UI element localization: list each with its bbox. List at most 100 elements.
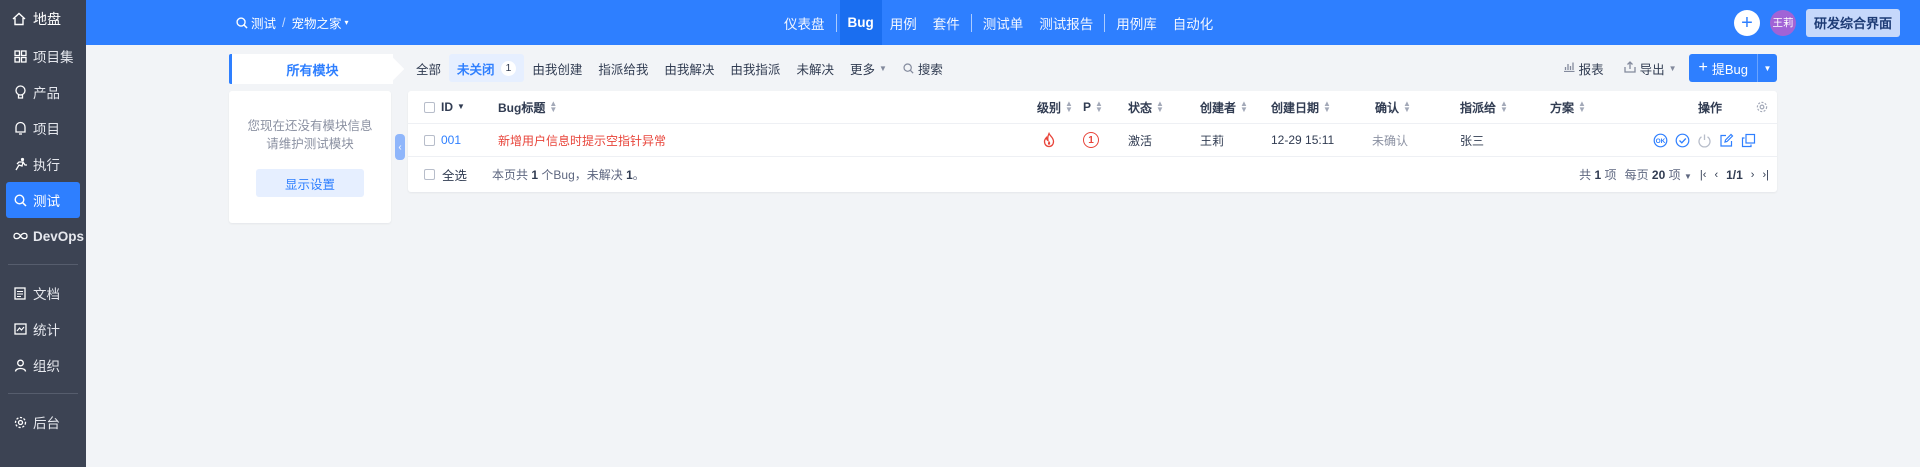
empty-module-message: 您现在还没有模块信息 请维护测试模块	[229, 117, 391, 153]
table-row[interactable]: 001 新增用户信息时提示空指针异常 1 激活 王莉 12-29 15:11 未…	[408, 124, 1777, 157]
collapse-sidebar-handle[interactable]: ‹	[395, 134, 405, 160]
nav-case[interactable]: 用例	[882, 0, 925, 45]
top-navbar: 测试 / 宠物之家 ▾ 仪表盘 Bug 用例 套件 测试单 测试报告 用例库 自…	[86, 0, 1920, 45]
next-page-icon[interactable]: ›	[1751, 169, 1755, 181]
sort-icon: ▲ ▼	[1403, 99, 1411, 114]
infinity-icon	[12, 228, 28, 244]
grid-icon	[12, 48, 28, 64]
row-checkbox[interactable]	[424, 124, 435, 156]
first-page-icon[interactable]: |‹	[1700, 169, 1707, 181]
module-nav: 仪表盘 Bug 用例 套件 测试单 测试报告 用例库 自动化	[776, 0, 1221, 45]
add-bug-label: 提Bug	[1711, 61, 1748, 77]
nav-bug[interactable]: Bug	[839, 0, 882, 45]
nav-testreport[interactable]: 测试报告	[1031, 0, 1101, 45]
display-settings-button[interactable]: 显示设置	[256, 169, 364, 197]
user-icon	[12, 357, 28, 373]
search-label: 搜索	[917, 62, 943, 77]
chevron-down-icon: ▼	[1763, 63, 1772, 73]
nav-suite[interactable]: 套件	[925, 0, 968, 45]
chevron-down-icon: ▼	[878, 63, 887, 73]
copy-icon[interactable]	[1741, 133, 1756, 148]
sidebar-item-org[interactable]: 组织	[0, 347, 86, 383]
breadcrumb-product[interactable]: 宠物之家	[292, 13, 342, 32]
empty-message-line1: 您现在还没有模块信息	[247, 119, 373, 133]
nav-caselib[interactable]: 用例库	[1108, 0, 1165, 45]
sidebar-item-label: 项目集	[33, 50, 74, 65]
col-created-date[interactable]: 创建日期 ▲ ▼	[1271, 91, 1331, 123]
assign-icon[interactable]	[1675, 133, 1690, 148]
filter-unclosed[interactable]: 未关闭 1	[449, 54, 525, 82]
sidebar-item-project[interactable]: 项目	[0, 110, 86, 146]
col-title[interactable]: Bug标题 ▲ ▼	[498, 91, 557, 123]
bug-assigned-to[interactable]: 张三	[1460, 124, 1484, 156]
filter-all[interactable]: 全部	[408, 54, 449, 82]
filter-more[interactable]: 更多 ▼	[842, 54, 895, 82]
total-prefix: 共	[1579, 168, 1592, 182]
add-bug-button[interactable]: + 提Bug	[1689, 59, 1757, 78]
select-all[interactable]: 全选	[424, 165, 467, 184]
bug-title-link[interactable]: 新增用户信息时提示空指针异常	[498, 124, 666, 156]
col-assigned-to[interactable]: 指派给 ▲ ▼	[1460, 91, 1508, 123]
power-icon[interactable]	[1697, 133, 1712, 148]
edit-icon[interactable]	[1719, 133, 1734, 148]
filter-unresolved[interactable]: 未解决	[788, 54, 842, 82]
col-id[interactable]: ID ▼	[441, 91, 465, 123]
sidebar-item-label: 测试	[33, 194, 60, 209]
pager: 共 1 项 每页 20 项 ▼ |‹ ‹ 1/1 › ›|	[1579, 166, 1769, 183]
sort-icon: ▲ ▼	[1323, 99, 1331, 114]
select-all-header-checkbox[interactable]	[424, 91, 435, 123]
bug-id[interactable]: 001	[441, 124, 461, 156]
column-settings-icon[interactable]	[1756, 91, 1768, 123]
report-button[interactable]: 报表	[1555, 54, 1612, 82]
export-button[interactable]: 导出 ▼	[1616, 54, 1685, 82]
sidebar-item-doc[interactable]: 文档	[0, 275, 86, 311]
col-severity[interactable]: 级别 ▲ ▼	[1037, 91, 1073, 123]
per-page-selector[interactable]: 每页 20 项 ▼	[1625, 166, 1692, 183]
sidebar-item-devops[interactable]: DevOps	[0, 218, 86, 254]
sidebar-item-product[interactable]: 产品	[0, 74, 86, 110]
chevron-down-icon[interactable]: ▾	[345, 18, 349, 27]
col-status[interactable]: 状态 ▲ ▼	[1128, 91, 1164, 123]
avatar[interactable]: 王莉	[1769, 9, 1796, 36]
doc-icon	[12, 285, 28, 301]
sidebar-item-home[interactable]: 地盘	[0, 0, 86, 38]
confirm-icon[interactable]: OK	[1653, 133, 1668, 148]
filter-opened-by-me[interactable]: 由我创建	[524, 54, 590, 82]
filter-assigned-to-me[interactable]: 指派给我	[590, 54, 656, 82]
filter-assigned-by-me[interactable]: 由我指派	[722, 54, 788, 82]
col-priority[interactable]: P ▲ ▼	[1083, 91, 1103, 123]
sidebar-item-program[interactable]: 项目集	[0, 38, 86, 74]
prev-page-icon[interactable]: ‹	[1714, 169, 1718, 181]
total-suffix: 项	[1604, 168, 1617, 182]
sidebar-item-test[interactable]: 测试	[6, 182, 80, 218]
add-bug-button-group: + 提Bug ▼	[1688, 54, 1777, 82]
col-creator[interactable]: 创建者 ▲ ▼	[1200, 91, 1248, 123]
switch-interface-button[interactable]: 研发综合界面	[1805, 8, 1900, 37]
sidebar-item-execution[interactable]: 执行	[0, 146, 86, 182]
sort-icon: ▲ ▼	[549, 99, 558, 114]
select-all-checkbox[interactable]	[424, 169, 435, 180]
breadcrumb-section[interactable]: 测试	[251, 13, 276, 32]
quick-add-icon[interactable]: +	[1733, 9, 1760, 36]
nav-dashboard[interactable]: 仪表盘	[776, 0, 833, 45]
report-label: 报表	[1578, 62, 1604, 77]
sort-icon: ▲ ▼	[1500, 99, 1508, 114]
sidebar-item-admin[interactable]: 后台	[0, 404, 86, 440]
svg-text:OK: OK	[1656, 138, 1666, 145]
filter-bar: 全部 未关闭 1 由我创建 指派给我 由我解决 由我指派 未解决 更多 ▼ 搜索	[408, 54, 951, 82]
search-toggle[interactable]: 搜索	[895, 54, 951, 82]
col-confirmed[interactable]: 确认 ▲ ▼	[1375, 91, 1411, 123]
sidebar-item-stats[interactable]: 统计	[0, 311, 86, 347]
col-resolution[interactable]: 方案 ▲ ▼	[1550, 91, 1586, 123]
filter-resolved-by-me[interactable]: 由我解决	[656, 54, 722, 82]
nav-testtask[interactable]: 测试单	[975, 0, 1032, 45]
pager-total: 共 1 项	[1579, 166, 1616, 183]
search-icon	[903, 62, 914, 74]
toolbar-actions: 报表 导出 ▼ + 提Bug ▼	[1555, 54, 1777, 82]
sidebar-item-label: 产品	[33, 86, 60, 101]
last-page-icon[interactable]: ›|	[1762, 169, 1769, 181]
sidebar-item-label: 组织	[33, 359, 60, 374]
nav-automation[interactable]: 自动化	[1165, 0, 1222, 45]
add-bug-dropdown[interactable]: ▼	[1757, 54, 1777, 82]
all-modules-tab[interactable]: 所有模块	[229, 54, 393, 84]
